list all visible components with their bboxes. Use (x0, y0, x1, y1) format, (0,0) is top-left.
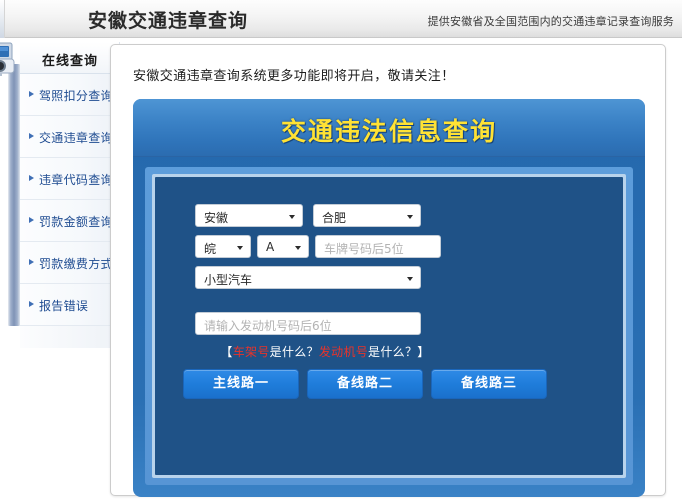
help-open-bracket: 【 (220, 345, 232, 359)
site-tagline: 提供安徽省及全国范围内的交通违章记录查询服务 (428, 13, 674, 29)
backup-route-2-button[interactable]: 备线路二 (307, 369, 423, 399)
province-select-value: 安徽 (204, 209, 228, 226)
plate-letter-select[interactable]: A (257, 235, 309, 258)
sidebar-footer-spacer (20, 326, 119, 348)
announcement-text: 安徽交通违章查询系统更多功能即将开启，敬请关注！ (133, 65, 455, 84)
sidebar-item-label: 违章代码查询 (39, 171, 113, 188)
site-title: 安徽交通违章查询 (88, 6, 248, 33)
plate-number-input[interactable]: 车牌号码后5位 (315, 235, 441, 258)
chassis-number-help-link[interactable]: 车架号 (233, 345, 270, 359)
content-card: 安徽交通违章查询系统更多功能即将开启，敬请关注！ 交通违法信息查询 安徽 (110, 44, 666, 496)
car-type-value: 小型汽车 (204, 271, 252, 288)
sidebar-item-label: 罚款缴费方式 (39, 255, 113, 272)
sidebar-rail-decoration (8, 64, 20, 326)
help-links-line: 【车架号是什么？发动机号是什么？】 (155, 343, 495, 360)
panel-frame-inner: 安徽 合肥 皖 (155, 177, 623, 475)
sidebar-item-license-points[interactable]: 驾照扣分查询 (20, 74, 119, 116)
sidebar-header: 在线查询 (20, 42, 119, 74)
plate-prefix-select[interactable]: 皖 (195, 235, 251, 258)
panel-frame-middle: 安徽 合肥 皖 (152, 174, 626, 478)
page-root: 安徽交通违章查询 提供安徽省及全国范围内的交通违章记录查询服务 在线查询 驾照扣… (0, 0, 682, 500)
triangle-right-icon (29, 259, 34, 265)
car-type-select[interactable]: 小型汽车 (195, 266, 421, 289)
triangle-right-icon (29, 217, 34, 223)
primary-route-button[interactable]: 主线路一 (183, 369, 299, 399)
engine-number-help-link[interactable]: 发动机号 (319, 345, 368, 359)
sidebar-item-label: 驾照扣分查询 (39, 87, 113, 104)
province-select[interactable]: 安徽 (195, 204, 303, 227)
backup-route-3-button[interactable]: 备线路三 (431, 369, 547, 399)
query-form: 安徽 合肥 皖 (155, 177, 623, 475)
city-select-value: 合肥 (322, 209, 346, 226)
chevron-down-icon (407, 277, 413, 281)
header-accent-bar (0, 0, 5, 38)
chevron-down-icon (289, 215, 295, 219)
plate-prefix-value: 皖 (204, 240, 216, 257)
engine-number-placeholder: 请输入发动机号码后6位 (204, 317, 332, 334)
plate-number-placeholder: 车牌号码后5位 (324, 240, 404, 257)
triangle-right-icon (29, 133, 34, 139)
help-text-2: 是什么？ (368, 345, 417, 359)
panel-title-bar: 交通违法信息查询 (133, 99, 645, 157)
triangle-right-icon (29, 301, 34, 307)
triangle-right-icon (29, 175, 34, 181)
monitor-camera-icon (0, 42, 22, 76)
chevron-down-icon (407, 215, 413, 219)
sidebar-heading: 在线查询 (42, 50, 98, 69)
sidebar-item-fine-amount[interactable]: 罚款金额查询 (20, 200, 119, 242)
sidebar-panel: 在线查询 驾照扣分查询 交通违章查询 违章代码查询 罚款金额查询 罚款缴费方式 (20, 42, 120, 327)
sidebar-item-label: 罚款金额查询 (39, 213, 113, 230)
panel-title: 交通违法信息查询 (133, 112, 645, 148)
engine-number-input[interactable]: 请输入发动机号码后6位 (195, 312, 421, 335)
sidebar-item-label: 报告错误 (39, 297, 88, 314)
chevron-down-icon (237, 246, 243, 250)
chevron-down-icon (295, 246, 301, 250)
sidebar-item-report-error[interactable]: 报告错误 (20, 284, 119, 326)
help-text-1: 是什么？ (270, 345, 319, 359)
help-close-bracket: 】 (417, 345, 429, 359)
query-panel: 交通违法信息查询 安徽 合肥 (133, 99, 645, 497)
panel-frame-outer: 安徽 合肥 皖 (145, 167, 633, 485)
sidebar: 在线查询 驾照扣分查询 交通违章查询 违章代码查询 罚款金额查询 罚款缴费方式 (0, 42, 120, 327)
site-header: 安徽交通违章查询 提供安徽省及全国范围内的交通违章记录查询服务 (0, 0, 682, 38)
plate-letter-value: A (266, 240, 274, 254)
sidebar-item-violation-query[interactable]: 交通违章查询 (20, 116, 119, 158)
sidebar-item-violation-code[interactable]: 违章代码查询 (20, 158, 119, 200)
sidebar-item-payment-method[interactable]: 罚款缴费方式 (20, 242, 119, 284)
triangle-right-icon (29, 91, 34, 97)
sidebar-item-label: 交通违章查询 (39, 129, 113, 146)
city-select[interactable]: 合肥 (313, 204, 421, 227)
